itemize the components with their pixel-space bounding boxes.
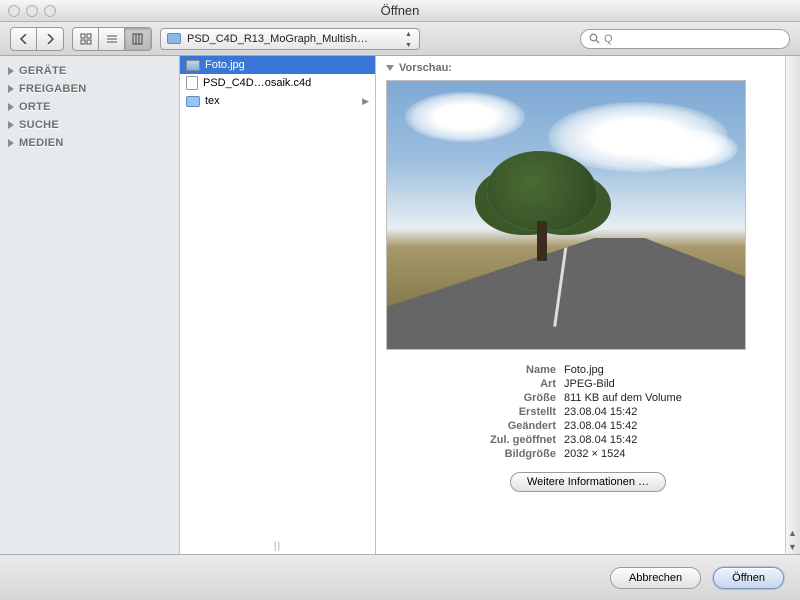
path-label: PSD_C4D_R13_MoGraph_Multish… <box>187 33 368 45</box>
file-row[interactable]: PSD_C4D…osaik.c4d <box>180 74 375 92</box>
toolbar: PSD_C4D_R13_MoGraph_Multish… ▲▼ Q <box>0 22 800 56</box>
sidebar-section-places[interactable]: ORTE <box>0 98 179 116</box>
meta-key: Name <box>446 364 556 376</box>
cancel-button[interactable]: Abbrechen <box>610 567 701 589</box>
nav-history <box>10 27 64 51</box>
chevron-right-icon: ▶ <box>362 96 369 107</box>
meta-key: Art <box>446 378 556 390</box>
document-file-icon <box>186 76 198 90</box>
sidebar-section-search[interactable]: SUCHE <box>0 116 179 134</box>
folder-icon <box>186 96 200 107</box>
meta-value: 2032 × 1524 <box>564 448 790 460</box>
column-view-button[interactable] <box>125 28 151 50</box>
disclosure-triangle-icon <box>8 85 14 93</box>
window-title: Öffnen <box>0 3 800 18</box>
meta-value: 23.08.04 15:42 <box>564 434 790 446</box>
meta-key: Erstellt <box>446 406 556 418</box>
meta-value: 23.08.04 15:42 <box>564 420 790 432</box>
meta-value: 811 KB auf dem Volume <box>564 392 790 404</box>
search-icon <box>589 33 600 44</box>
icon-view-button[interactable] <box>73 28 99 50</box>
back-button[interactable] <box>11 28 37 50</box>
disclosure-triangle-icon <box>8 139 14 147</box>
search-placeholder: Q <box>604 33 613 45</box>
file-name: tex <box>205 95 220 107</box>
file-column: Foto.jpg PSD_C4D…osaik.c4d tex ▶ || <box>180 56 376 554</box>
disclosure-triangle-icon <box>386 65 394 71</box>
open-button[interactable]: Öffnen <box>713 567 784 589</box>
scroll-down-icon: ▼ <box>785 539 800 554</box>
column-resize-handle[interactable]: || <box>274 541 281 552</box>
metadata-table: Name Foto.jpg Art JPEG-Bild Größe 811 KB… <box>446 364 790 460</box>
columns-icon <box>132 33 144 45</box>
scroll-up-icon: ▲ <box>785 525 800 540</box>
preview-pane: Vorschau: Name Foto.jpg Art JPEG-Bild Gr… <box>376 56 800 554</box>
meta-key: Geändert <box>446 420 556 432</box>
meta-key: Zul. geöffnet <box>446 434 556 446</box>
dialog-footer: Abbrechen Öffnen <box>0 554 800 600</box>
chevron-right-icon <box>46 34 54 44</box>
dialog-body: GERÄTE FREIGABEN ORTE SUCHE MEDIEN Foto.… <box>0 56 800 554</box>
meta-value: 23.08.04 15:42 <box>564 406 790 418</box>
image-file-icon <box>186 60 200 71</box>
sidebar-section-media[interactable]: MEDIEN <box>0 134 179 152</box>
vertical-scrollbar[interactable]: ▲ ▼ <box>785 56 800 554</box>
meta-value: JPEG-Bild <box>564 378 790 390</box>
preview-image <box>386 80 746 350</box>
search-field[interactable]: Q <box>580 29 790 49</box>
meta-value: Foto.jpg <box>564 364 790 376</box>
meta-key: Bildgröße <box>446 448 556 460</box>
file-row[interactable]: tex ▶ <box>180 92 375 110</box>
folder-icon <box>167 33 181 44</box>
disclosure-triangle-icon <box>8 121 14 129</box>
file-row[interactable]: Foto.jpg <box>180 56 375 74</box>
path-dropdown[interactable]: PSD_C4D_R13_MoGraph_Multish… ▲▼ <box>160 28 420 50</box>
disclosure-triangle-icon <box>8 67 14 75</box>
sidebar-section-devices[interactable]: GERÄTE <box>0 62 179 80</box>
open-dialog: Öffnen PSD_C4D_R13_MoGraph_Multish… <box>0 0 800 600</box>
grid-icon <box>80 33 92 45</box>
sidebar: GERÄTE FREIGABEN ORTE SUCHE MEDIEN <box>0 56 180 554</box>
list-view-button[interactable] <box>99 28 125 50</box>
meta-key: Größe <box>446 392 556 404</box>
disclosure-triangle-icon <box>8 103 14 111</box>
view-mode <box>72 27 152 51</box>
forward-button[interactable] <box>37 28 63 50</box>
stepper-icon: ▲▼ <box>405 31 415 49</box>
file-name: PSD_C4D…osaik.c4d <box>203 77 311 89</box>
preview-heading: Vorschau: <box>386 62 790 74</box>
more-info-button[interactable]: Weitere Informationen … <box>510 472 666 492</box>
titlebar: Öffnen <box>0 0 800 22</box>
file-name: Foto.jpg <box>205 59 245 71</box>
chevron-left-icon <box>20 34 28 44</box>
sidebar-section-shares[interactable]: FREIGABEN <box>0 80 179 98</box>
list-icon <box>106 33 118 45</box>
